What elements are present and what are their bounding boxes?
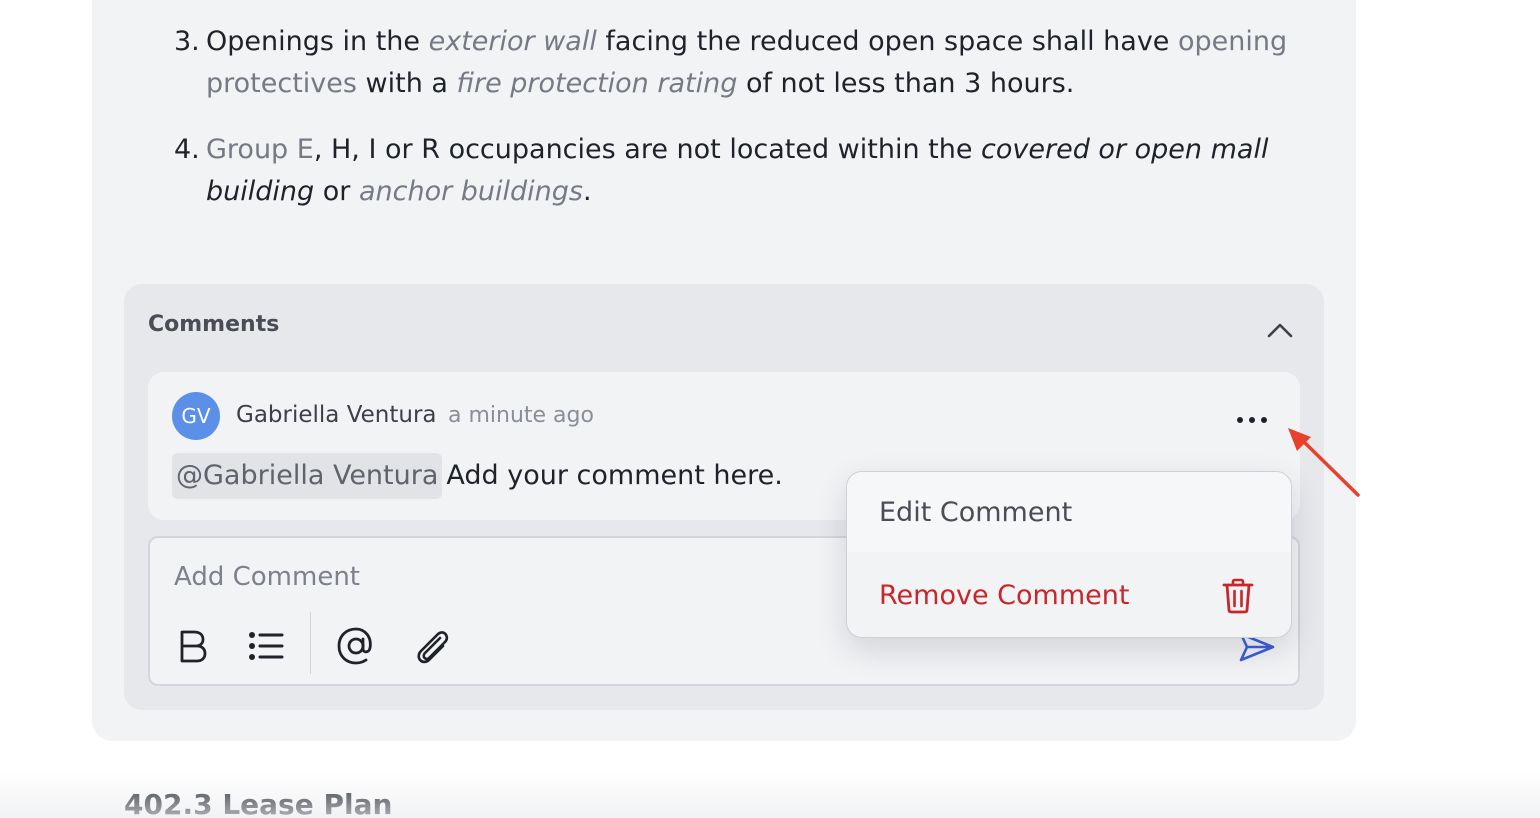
list-item: 3. Openings in the exterior wall facing … xyxy=(174,21,1334,105)
text-span: Openings in the xyxy=(206,26,429,57)
text-span: with a xyxy=(356,68,457,99)
mention-at-icon[interactable] xyxy=(334,624,378,668)
remove-comment-menu-item[interactable]: Remove Comment xyxy=(847,552,1291,637)
list-item: 4. Group E, H, I or R occupancies are no… xyxy=(174,129,1334,213)
text-span: . xyxy=(582,176,592,207)
comment-context-menu: Edit Comment Remove Comment xyxy=(846,471,1292,638)
text-span: facing the reduced open space shall have xyxy=(596,26,1178,57)
defined-term-link[interactable]: anchor buildings xyxy=(359,176,583,207)
defined-term-link[interactable]: Group E xyxy=(206,134,314,165)
mention-chip[interactable]: @Gabriella Ventura xyxy=(172,453,443,499)
add-comment-input[interactable] xyxy=(174,562,814,592)
text-span: or xyxy=(314,176,359,207)
list-item-text: Group E, H, I or R occupancies are not l… xyxy=(206,129,1334,213)
chevron-up-icon[interactable] xyxy=(1264,314,1296,346)
comment-body: @Gabriella Ventura Add your comment here. xyxy=(172,453,783,499)
list-number: 4. xyxy=(174,134,200,165)
defined-term-link[interactable]: exterior wall xyxy=(429,26,597,57)
menu-item-label: Remove Comment xyxy=(879,580,1130,611)
edit-comment-menu-item[interactable]: Edit Comment xyxy=(847,472,1291,552)
bullet-list-icon[interactable] xyxy=(244,624,288,668)
list-item-text: Openings in the exterior wall facing the… xyxy=(206,21,1334,105)
menu-item-label: Edit Comment xyxy=(879,497,1073,528)
comment-timestamp: a minute ago xyxy=(448,403,594,428)
page: 3. Openings in the exterior wall facing … xyxy=(0,0,1540,818)
comment-text: Add your comment here. xyxy=(446,460,783,491)
section-heading: 402.3 Lease Plan xyxy=(124,788,393,818)
avatar: GV xyxy=(172,392,220,440)
defined-term-link[interactable]: fire protection rating xyxy=(457,68,738,99)
comments-title: Comments xyxy=(148,312,280,337)
list-number: 3. xyxy=(174,26,200,57)
toolbar-divider xyxy=(310,612,311,674)
paperclip-icon[interactable] xyxy=(410,624,454,668)
text-span: , H, I or R occupancies are not located … xyxy=(313,134,982,165)
bold-icon[interactable] xyxy=(172,624,216,668)
text-span: of not less than 3 hours. xyxy=(737,68,1075,99)
comment-author: Gabriella Ventura xyxy=(236,402,437,428)
more-horizontal-icon[interactable] xyxy=(1228,402,1276,434)
trash-icon xyxy=(1221,578,1255,614)
